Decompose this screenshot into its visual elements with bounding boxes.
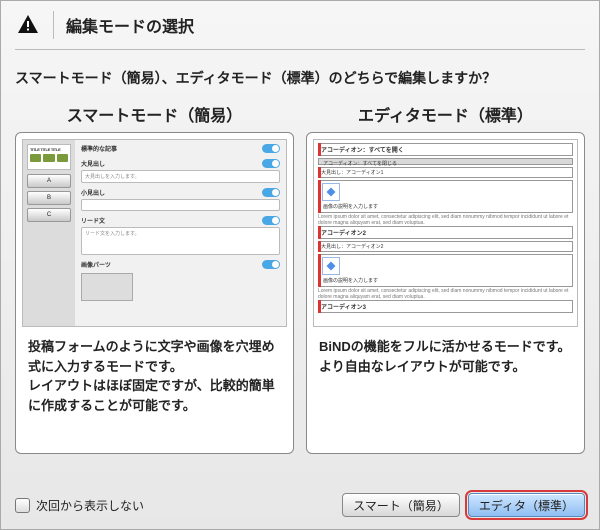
edit-mode-dialog: 編集モードの選択 スマートモード（簡易）、エディタモード（標準）のどちらで編集し… <box>0 0 600 530</box>
editor-mode-button[interactable]: エディタ（標準） <box>468 493 585 517</box>
dont-show-again-option[interactable]: 次回から表示しない <box>15 497 144 514</box>
smart-mode-title: スマートモード（簡易） <box>67 102 243 126</box>
preview-heading-label: 標準的な記事 <box>81 144 117 153</box>
preview-acc2-sub: 大見出し：アコーディオン2 <box>321 244 383 250</box>
preview-card-title: TITLE TITLE TITLE <box>30 147 68 152</box>
toggle-icon <box>262 188 280 197</box>
preview-image-thumb <box>81 273 133 301</box>
dialog-title: 編集モードの選択 <box>66 13 194 37</box>
smart-mode-preview: TITLE TITLE TITLE A B C 標準的な記事 大見出し 大見出し… <box>22 139 287 327</box>
title-separator <box>53 11 54 39</box>
preview-textarea: リード文を入力します。 <box>81 227 280 255</box>
preview-input: 大見出しを入力します。 <box>81 170 280 183</box>
dont-show-again-label: 次回から表示しない <box>36 497 144 514</box>
preview-acc3-title: アコーディオン3 <box>321 305 366 311</box>
smart-mode-panel[interactable]: TITLE TITLE TITLE A B C 標準的な記事 大見出し 大見出し… <box>15 132 294 454</box>
preview-lead-label: リード文 <box>81 216 105 225</box>
smart-mode-description: 投稿フォームのように文字や画像を穴埋め式に入力するモードです。レイアウトはほぼ固… <box>22 327 287 419</box>
preview-open-all: アコーディオン：すべてを開く <box>321 148 404 154</box>
preview-lorem: Lorem ipsum dolor sit amet, consectetur … <box>318 215 573 226</box>
preview-caption: 画像の説明を入力します <box>321 276 570 285</box>
smart-mode-button[interactable]: スマート（簡易） <box>342 493 460 517</box>
preview-input <box>81 199 280 211</box>
editor-mode-panel[interactable]: アコーディオン：すべてを開く アコーディオン：すべてを閉じる 大見出し：アコーデ… <box>306 132 585 454</box>
dialog-question: スマートモード（簡易）、エディタモード（標準）のどちらで編集しますか？ <box>15 50 585 102</box>
preview-image-label: 画像パーツ <box>81 260 111 269</box>
toggle-icon <box>262 216 280 225</box>
diamond-icon <box>322 257 340 275</box>
diamond-icon <box>322 183 340 201</box>
preview-side-button: B <box>27 191 71 205</box>
preview-acc1-sub: 大見出し：アコーディオン1 <box>321 170 383 176</box>
warning-icon <box>15 12 41 38</box>
preview-caption: 画像の説明を入力します <box>321 202 570 211</box>
preview-small-heading-label: 小見出し <box>81 188 105 197</box>
editor-mode-title: エディタモード（標準） <box>358 102 533 126</box>
checkbox-icon[interactable] <box>15 498 30 513</box>
preview-acc2-title: アコーディオン2 <box>321 231 366 237</box>
dialog-titlebar: 編集モードの選択 <box>15 1 585 50</box>
smart-mode-column: スマートモード（簡易） TITLE TITLE TITLE A B C <box>15 102 294 454</box>
preview-side-button: A <box>27 174 71 188</box>
mode-panels: スマートモード（簡易） TITLE TITLE TITLE A B C <box>15 102 585 454</box>
toggle-icon <box>262 159 280 168</box>
editor-mode-column: エディタモード（標準） アコーディオン：すべてを開く アコーディオン：すべてを閉… <box>306 102 585 454</box>
preview-big-heading-label: 大見出し <box>81 159 105 168</box>
editor-mode-preview: アコーディオン：すべてを開く アコーディオン：すべてを閉じる 大見出し：アコーデ… <box>313 139 578 327</box>
preview-side-button: C <box>27 208 71 222</box>
preview-lorem: Lorem ipsum dolor sit amet, consectetur … <box>318 289 573 300</box>
editor-mode-description: BiNDの機能をフルに活かせるモードです。より自由なレイアウトが可能です。 <box>313 327 578 380</box>
toggle-icon <box>262 260 280 269</box>
dialog-footer: 次回から表示しない スマート（簡易） エディタ（標準） <box>15 493 585 517</box>
toggle-icon <box>262 144 280 153</box>
